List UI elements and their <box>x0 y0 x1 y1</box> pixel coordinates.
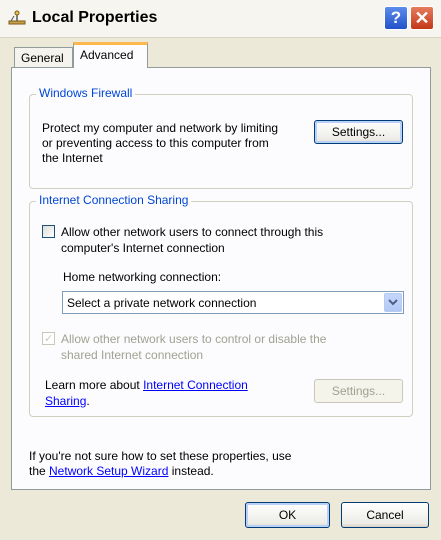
allow-connect-checkbox[interactable] <box>42 225 55 238</box>
ok-button[interactable]: OK <box>245 502 330 528</box>
footer-help-suffix: instead. <box>168 464 214 478</box>
chevron-down-icon[interactable] <box>384 293 402 312</box>
learn-more-prefix: Learn more about <box>45 378 144 392</box>
allow-control-checkbox[interactable]: ✓ <box>42 332 55 345</box>
tab-advanced[interactable]: Advanced <box>73 42 148 68</box>
window-title: Local Properties <box>32 9 158 26</box>
tab-general[interactable]: General <box>14 47 73 68</box>
firewall-description-line3: the Internet <box>42 151 103 165</box>
ics-group-title: Internet Connection Sharing <box>36 193 192 207</box>
network-setup-wizard-link[interactable]: Network Setup Wizard <box>49 464 168 478</box>
help-button[interactable]: ? <box>384 6 408 30</box>
home-network-select-value: Select a private network connection <box>67 296 257 310</box>
learn-more-line2: Sharing. <box>45 393 90 409</box>
learn-more-suffix: . <box>86 394 90 408</box>
allow-connect-label-line1: Allow other network users to connect thr… <box>61 225 324 239</box>
checkmark-icon: ✓ <box>44 333 54 345</box>
advanced-tab-panel: Windows Firewall Protect my computer and… <box>11 67 431 490</box>
home-network-label: Home networking connection: <box>63 270 222 284</box>
firewall-settings-button[interactable]: Settings... <box>314 120 403 144</box>
ics-help-link-part2[interactable]: Sharing <box>45 394 86 408</box>
ics-settings-button[interactable]: Settings... <box>314 379 403 403</box>
cancel-button[interactable]: Cancel <box>341 502 429 528</box>
windows-firewall-group-title: Windows Firewall <box>36 86 136 100</box>
footer-help-line1: If you're not sure how to set these prop… <box>29 449 292 463</box>
firewall-description-line2: or preventing access to this computer fr… <box>42 136 269 150</box>
footer-help-prefix: the <box>29 464 50 478</box>
footer-help-line2: the Network Setup Wizard instead. <box>29 463 214 479</box>
allow-control-label-line2: shared Internet connection <box>61 348 204 362</box>
firewall-description-line1: Protect my computer and network by limit… <box>42 121 279 135</box>
windows-firewall-group: Windows Firewall Protect my computer and… <box>29 86 413 189</box>
allow-control-label-line1: Allow other network users to control or … <box>61 332 327 346</box>
home-network-select[interactable]: Select a private network connection <box>62 291 404 314</box>
learn-more-line1: Learn more about Internet Connection <box>45 377 248 393</box>
close-button[interactable]: ✕ <box>410 6 434 30</box>
ics-help-link-part1[interactable]: Internet Connection <box>143 378 248 392</box>
allow-connect-label-line2: computer's Internet connection <box>61 241 225 255</box>
title-bar: Local Properties ? ✕ <box>0 0 441 38</box>
internet-connection-sharing-group: Internet Connection Sharing Allow other … <box>29 193 413 417</box>
network-connection-icon <box>8 10 26 25</box>
